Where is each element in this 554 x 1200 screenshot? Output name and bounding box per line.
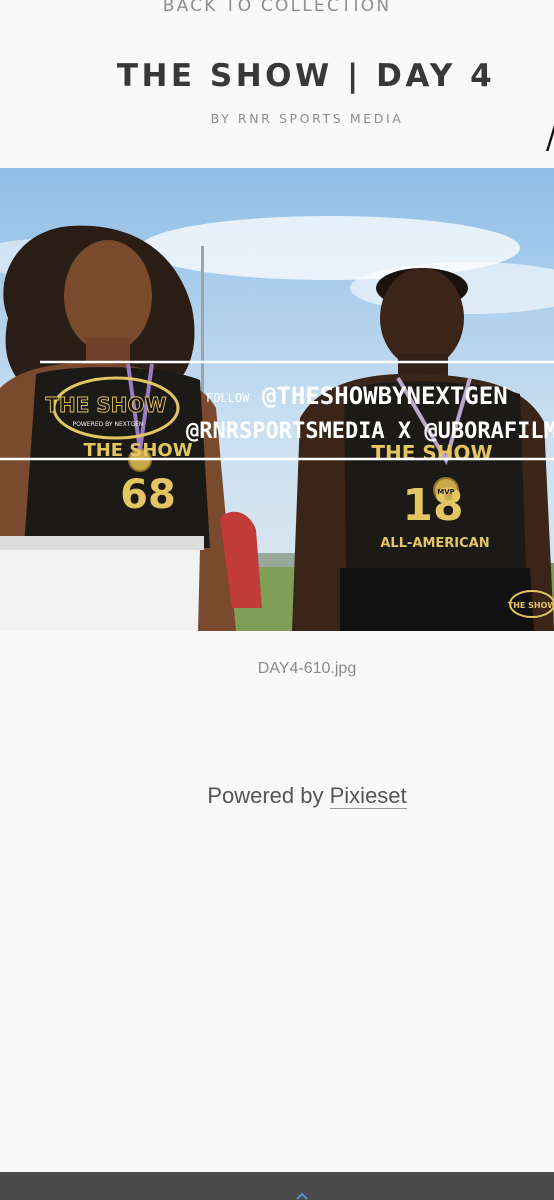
powered-by-label: Powered by xyxy=(207,783,324,808)
pixieset-link[interactable]: Pixieset xyxy=(329,783,407,809)
right-jersey-subtext: ALL-AMERICAN xyxy=(380,536,489,551)
corner-logo-text: THE SHOW xyxy=(508,601,554,610)
overlay-follow-label: FOLLOW xyxy=(206,391,250,405)
bottom-bar xyxy=(0,1172,554,1200)
right-jersey-text: THE SHOW xyxy=(371,441,492,465)
left-jersey-number: 68 xyxy=(120,472,176,518)
powered-by: Powered by Pixieset xyxy=(0,781,554,811)
medal-text: MVP xyxy=(437,488,455,496)
overlay-handle-secondary: @RNRSPORTSMEDIA X @UBORAFILMS xyxy=(186,419,554,444)
photo-image: 68 THE SHOW 18 THE SHOW ALL-AMERICAN MVP… xyxy=(0,168,554,631)
back-to-collection-link[interactable]: BACK TO COLLECTION xyxy=(0,0,554,18)
chevron-up-icon[interactable] xyxy=(296,1192,308,1200)
edge-glyph: / xyxy=(546,124,554,154)
gallery-photo[interactable]: 68 THE SHOW 18 THE SHOW ALL-AMERICAN MVP… xyxy=(0,168,554,631)
show-logo-text: THE SHOW xyxy=(45,393,166,417)
byline: BY RNR SPORTS MEDIA xyxy=(210,111,404,126)
overlay-handle-primary: @THESHOWBYNEXTGEN xyxy=(262,382,508,410)
photo-filename: DAY4-610.jpg xyxy=(257,660,357,677)
gallery-title: THE SHOW | DAY 4 xyxy=(116,58,496,94)
show-logo-subtext: POWERED BY NEXTGEN xyxy=(73,421,144,428)
